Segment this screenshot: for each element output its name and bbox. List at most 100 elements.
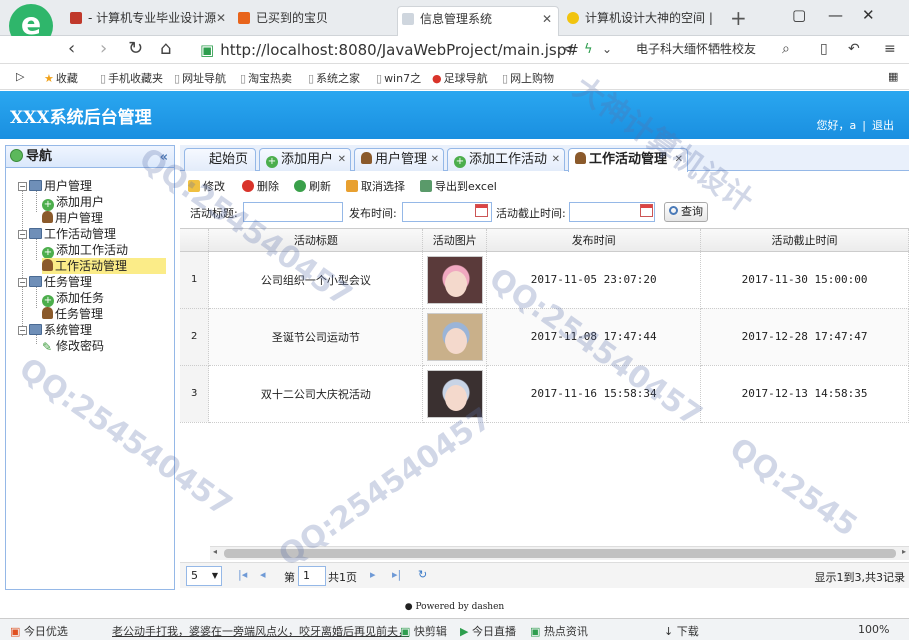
close-icon[interactable]: ✕: [675, 149, 683, 171]
first-page-icon[interactable]: |◂: [238, 568, 247, 581]
minimize-icon[interactable]: —: [828, 6, 843, 24]
status-item[interactable]: ▣ 快剪辑: [400, 623, 447, 639]
next-page-icon[interactable]: ▸: [370, 568, 376, 581]
close-icon[interactable]: ✕: [552, 149, 560, 171]
close-icon[interactable]: ✕: [338, 149, 346, 171]
tab-add-user[interactable]: + 添加用户 ✕: [259, 148, 351, 171]
browser-tab[interactable]: 计算机设计大神的空间 |: [563, 6, 723, 36]
forward-icon[interactable]: ›: [100, 38, 107, 59]
logout-link[interactable]: 退出: [872, 119, 894, 132]
collapse-box-icon[interactable]: −: [18, 278, 27, 287]
tree-item-add-user[interactable]: + 添加用户: [42, 194, 104, 211]
browser-tab[interactable]: - 计算机专业毕业设计源 ✕: [66, 6, 232, 36]
calendar-icon[interactable]: [640, 204, 653, 217]
tree-item-activity-manage[interactable]: 工作活动管理: [42, 258, 166, 274]
tab-home[interactable]: 起始页: [184, 148, 256, 171]
close-icon[interactable]: ✕: [542, 7, 552, 31]
search-hint[interactable]: 电子科大缅怀牺牲校友: [636, 40, 756, 58]
table-row[interactable]: 1 公司组织一个小型会议 2017-11-05 23:07:20 2017-11-30…: [180, 251, 909, 309]
bookmark-item[interactable]: ▯ 淘宝热卖: [240, 70, 292, 86]
bookmark-item[interactable]: ▯ win7之: [376, 70, 421, 86]
delete-button[interactable]: 删除: [242, 178, 279, 194]
scroll-thumb[interactable]: [224, 549, 896, 558]
export-button[interactable]: 导出到excel: [420, 178, 497, 194]
collapse-icon[interactable]: «: [160, 147, 168, 169]
tree-item-task-manage[interactable]: 任务管理: [42, 306, 103, 322]
table-row[interactable]: 2 圣诞节公司运动节 2017-11-08 17:47:44 2017-12-28 1…: [180, 308, 909, 366]
tree-item-add-activity[interactable]: + 添加工作活动: [42, 242, 128, 259]
home-icon[interactable]: ⌂: [160, 38, 171, 59]
activity-photo[interactable]: [426, 369, 483, 418]
close-icon[interactable]: ✕: [431, 149, 439, 171]
restore-window-icon[interactable]: ▢: [792, 6, 806, 24]
status-left[interactable]: ▣ 今日优选: [10, 623, 68, 639]
bookmark-item[interactable]: ▯ 系统之家: [308, 70, 360, 86]
column-header[interactable]: 发布时间: [486, 229, 702, 252]
status-item[interactable]: ↓ 下载: [664, 623, 699, 639]
back-icon[interactable]: ‹: [68, 38, 75, 59]
refresh-button[interactable]: 刷新: [294, 178, 331, 194]
title-input[interactable]: [243, 202, 343, 222]
page-number-input[interactable]: 1: [298, 566, 326, 586]
chevron-down-icon[interactable]: ⌄: [602, 42, 612, 56]
column-header[interactable]: 活动标题: [208, 229, 424, 252]
reload-icon[interactable]: ↻: [128, 38, 143, 59]
zoom-level[interactable]: 100%: [858, 623, 889, 636]
close-icon[interactable]: ✕: [216, 6, 226, 30]
bookmark-item[interactable]: ▯ 网上购物: [502, 70, 554, 86]
tree-group-users[interactable]: − 用户管理: [18, 178, 92, 194]
lightning-icon[interactable]: ϟ: [584, 42, 593, 57]
bookmark-item[interactable]: ● 足球导航: [432, 70, 488, 86]
sidebar-toggle-icon[interactable]: ▷: [16, 70, 24, 83]
tree-item-user-manage[interactable]: 用户管理: [42, 210, 103, 226]
grid-icon[interactable]: ▦: [888, 70, 898, 83]
collapse-box-icon[interactable]: −: [18, 326, 27, 335]
activity-photo[interactable]: [426, 255, 483, 304]
menu-icon[interactable]: ≡: [884, 41, 896, 57]
monitor-icon: [29, 180, 42, 191]
collapse-box-icon[interactable]: −: [18, 182, 27, 191]
search-icon[interactable]: ⌕: [782, 41, 790, 57]
bookmark-item[interactable]: ▯ 网址导航: [174, 70, 226, 86]
tree-item-add-task[interactable]: + 添加任务: [42, 290, 104, 307]
calendar-icon[interactable]: [475, 204, 488, 217]
tree-item-change-password[interactable]: ✎ 修改密码: [42, 338, 104, 354]
deselect-button[interactable]: 取消选择: [346, 178, 405, 194]
bookmark-item[interactable]: ★ 收藏: [44, 70, 78, 86]
browser-tab[interactable]: 已买到的宝贝: [234, 6, 394, 36]
tab-activity-manage[interactable]: 工作活动管理 ✕: [568, 148, 688, 172]
tab-label: 工作活动管理: [589, 152, 668, 167]
phone-icon[interactable]: ▯: [820, 41, 828, 57]
tree-group-tasks[interactable]: − 任务管理: [18, 274, 92, 290]
activity-photo[interactable]: [426, 312, 483, 361]
collapse-box-icon[interactable]: −: [18, 230, 27, 239]
bookmark-item[interactable]: ▯ 手机收藏夹: [100, 70, 163, 86]
status-item[interactable]: ▣ 热点资讯: [530, 623, 588, 639]
refresh-icon[interactable]: ↻: [418, 568, 427, 581]
close-window-icon[interactable]: ✕: [862, 6, 875, 24]
tree-group-system[interactable]: − 系统管理: [18, 322, 92, 338]
tab-user-manage[interactable]: 用户管理 ✕: [354, 148, 444, 171]
publish-time-cell: 2017-11-16 15:58:34: [486, 365, 702, 423]
query-button[interactable]: 查询: [664, 202, 708, 222]
activity-image-cell: [422, 308, 488, 366]
status-item[interactable]: ▶ 今日直播: [460, 623, 516, 639]
address-bar[interactable]: ▣ http://localhost:8080/JavaWebProject/ma…: [200, 40, 579, 62]
tab-add-activity[interactable]: + 添加工作活动 ✕: [447, 148, 565, 171]
horizontal-scrollbar[interactable]: ◂ ▸: [210, 546, 909, 560]
table-row[interactable]: 3 双十二公司大庆祝活动 2017-11-16 15:58:34 2017-12-13…: [180, 365, 909, 423]
share-icon[interactable]: ⋖: [562, 42, 573, 57]
prev-page-icon[interactable]: ◂: [260, 568, 266, 581]
edit-button[interactable]: 修改: [188, 178, 225, 194]
tree-group-activities[interactable]: − 工作活动管理: [18, 226, 116, 242]
page-size-select[interactable]: 5 ▼: [186, 566, 222, 586]
undo-icon[interactable]: ↶: [848, 41, 860, 57]
scroll-right-icon[interactable]: ▸: [902, 547, 906, 556]
browser-tab-active[interactable]: 信息管理系统 ✕: [397, 6, 559, 36]
column-header[interactable]: 活动截止时间: [700, 229, 909, 252]
news-ticker[interactable]: 老公动手打我，婆婆在一旁端风点火，咬牙离婚后再见前夫，: [112, 623, 409, 639]
last-page-icon[interactable]: ▸|: [392, 568, 401, 581]
new-tab-button[interactable]: +: [730, 6, 747, 30]
column-header[interactable]: 活动图片: [422, 229, 488, 252]
scroll-left-icon[interactable]: ◂: [213, 547, 217, 556]
